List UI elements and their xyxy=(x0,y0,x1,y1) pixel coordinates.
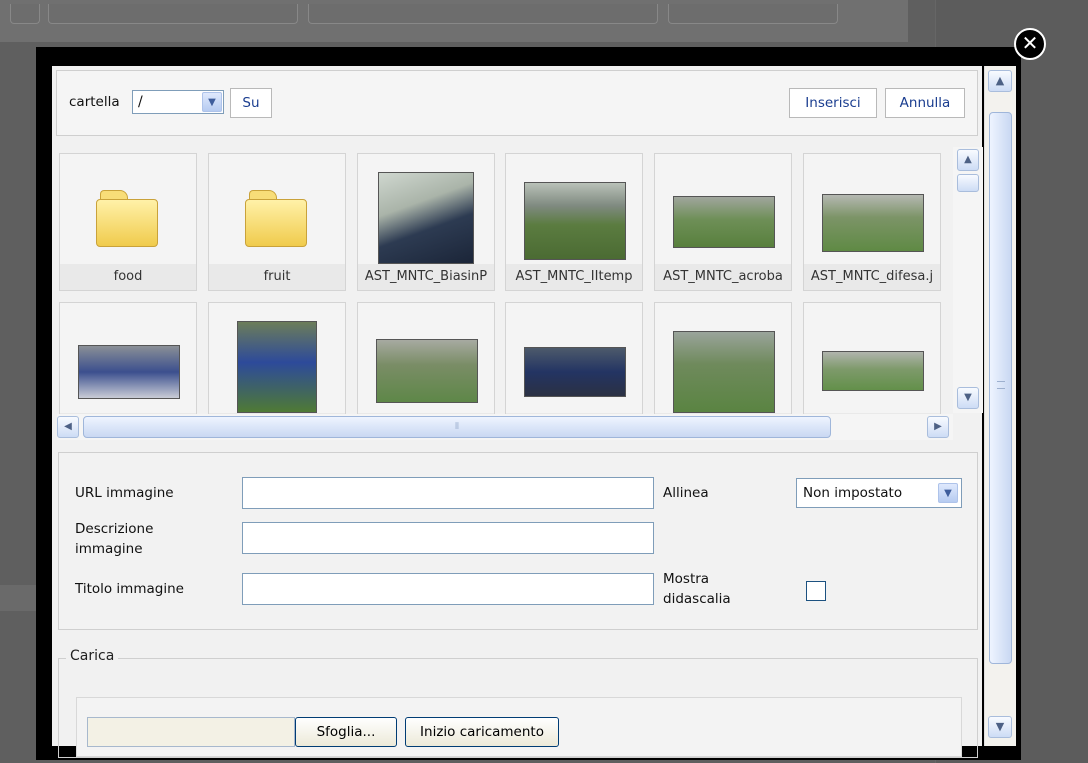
background-tab xyxy=(48,4,298,24)
background-band xyxy=(0,585,40,611)
folder-icon xyxy=(245,190,307,248)
file-name: food xyxy=(60,264,196,290)
close-icon[interactable]: ✕ xyxy=(1014,28,1046,60)
file-tile-image[interactable]: AST_MNTC_IItemp xyxy=(505,153,643,291)
arrow-down-icon[interactable]: ▼ xyxy=(957,387,979,409)
image-thumbnail xyxy=(822,194,924,252)
file-name: AST_MNTC_IItemp xyxy=(506,264,642,290)
file-tile-image[interactable]: AST_MNTC_BiasinP xyxy=(357,153,495,291)
up-button[interactable]: Su xyxy=(230,88,272,118)
start-upload-button[interactable]: Inizio caricamento xyxy=(405,717,559,747)
arrow-up-icon[interactable]: ▲ xyxy=(988,70,1012,92)
image-thumbnail xyxy=(822,351,924,391)
arrow-up-icon[interactable]: ▲ xyxy=(957,149,979,171)
file-name: fruit xyxy=(209,264,345,290)
file-tile-folder[interactable]: fruit xyxy=(208,153,346,291)
file-name: AST_MNTC_BiasinP xyxy=(358,264,494,290)
scrollbar-thumb[interactable] xyxy=(957,174,979,192)
align-select-value: Non impostato xyxy=(803,485,903,501)
image-thumbnail xyxy=(673,331,775,413)
align-label: Allinea xyxy=(663,485,709,501)
scrollbar-thumb[interactable] xyxy=(989,112,1012,664)
image-thumbnail xyxy=(378,172,474,264)
description-field[interactable] xyxy=(242,522,654,554)
caption-checkbox[interactable] xyxy=(806,581,826,601)
image-thumbnail xyxy=(376,339,478,403)
dialog-vertical-scrollbar[interactable]: ▲ ▼ xyxy=(984,66,1016,746)
title-field[interactable] xyxy=(242,573,654,605)
scrollbar-thumb[interactable]: ⦀ xyxy=(83,416,831,438)
folder-label: cartella xyxy=(69,94,120,110)
image-thumbnail xyxy=(78,345,180,399)
description-label: Descrizione immagine xyxy=(75,521,154,557)
image-thumbnail xyxy=(237,321,317,413)
background-toolbar xyxy=(0,0,908,42)
arrow-left-icon[interactable]: ◀ xyxy=(57,416,79,438)
upload-legend: Carica xyxy=(66,648,119,664)
background-tab xyxy=(10,4,40,24)
background-tab xyxy=(308,4,658,24)
folder-icon xyxy=(96,190,158,248)
image-thumbnail xyxy=(524,182,626,260)
arrow-right-icon[interactable]: ▶ xyxy=(927,416,949,438)
folder-select[interactable]: / ▼ xyxy=(132,90,224,114)
image-thumbnail xyxy=(673,196,775,248)
chevron-down-icon[interactable]: ▼ xyxy=(938,483,958,503)
background-tab xyxy=(668,4,838,24)
file-name: AST_MNTC_acroba xyxy=(655,264,791,290)
chevron-down-icon[interactable]: ▼ xyxy=(202,92,222,112)
file-name: AST_MNTC_difesa.j xyxy=(804,264,940,290)
title-label: Titolo immagine xyxy=(75,581,184,597)
file-tile-folder[interactable]: food xyxy=(59,153,197,291)
caption-label: Mostra didascalia xyxy=(663,571,731,607)
file-grid-vertical-scrollbar[interactable]: ▲ ▼ xyxy=(953,147,983,413)
insert-button[interactable]: Inserisci xyxy=(789,88,877,118)
file-path-input[interactable] xyxy=(87,717,295,747)
url-label: URL immagine xyxy=(75,485,174,501)
image-thumbnail xyxy=(524,347,626,397)
align-select[interactable]: Non impostato ▼ xyxy=(796,478,962,508)
cancel-button[interactable]: Annulla xyxy=(885,88,965,118)
file-tile-image[interactable]: AST_MNTC_acroba xyxy=(654,153,792,291)
file-grid-horizontal-scrollbar[interactable]: ◀ ⦀ ▶ xyxy=(57,414,953,440)
browse-button[interactable]: Sfoglia... xyxy=(295,717,397,747)
arrow-down-icon[interactable]: ▼ xyxy=(988,716,1012,738)
folder-select-value: / xyxy=(138,94,143,110)
url-field[interactable] xyxy=(242,477,654,509)
file-tile-image[interactable]: AST_MNTC_difesa.j xyxy=(803,153,941,291)
